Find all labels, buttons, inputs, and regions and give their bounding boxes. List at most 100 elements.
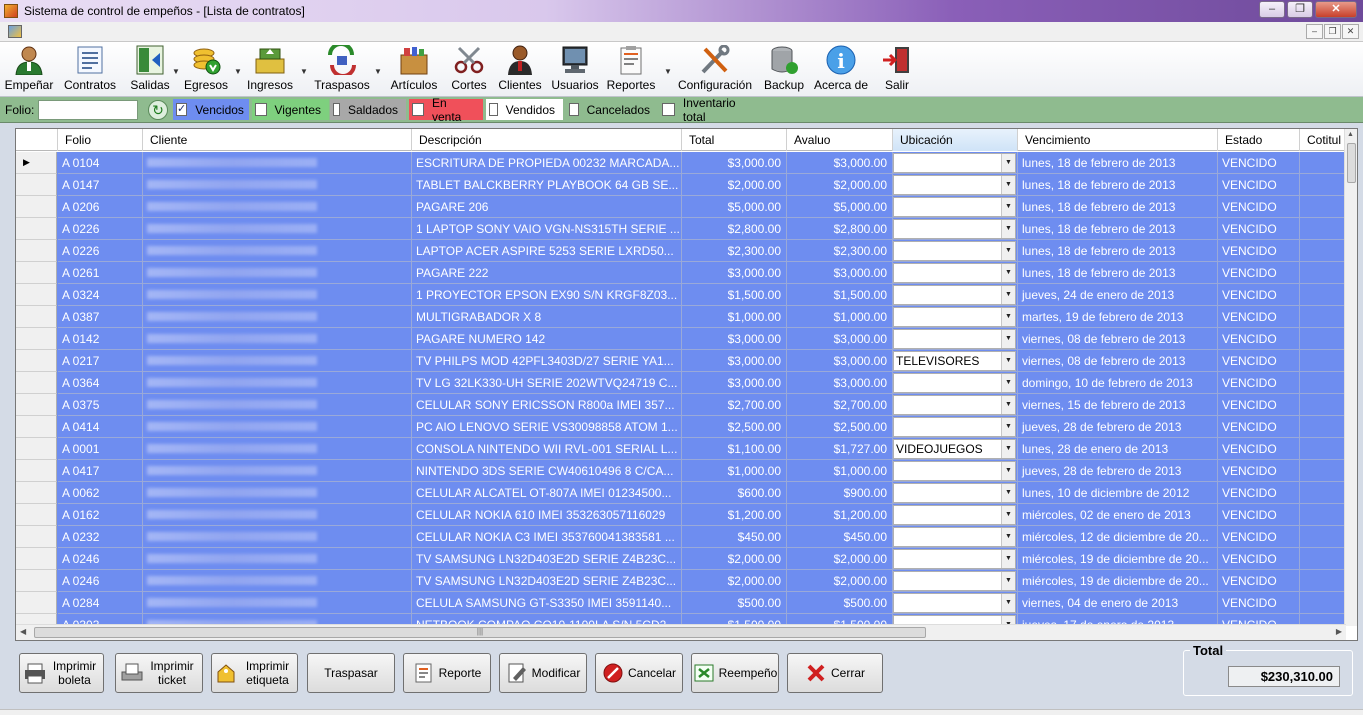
cell-ubicacion[interactable]: ▼ [893, 196, 1018, 218]
cell-total[interactable]: $3,000.00 [682, 262, 787, 284]
minimize-button[interactable]: – [1259, 1, 1285, 18]
chevron-down-icon[interactable]: ▼ [1001, 572, 1015, 590]
table-row[interactable]: A 0001 CONSOLA NINTENDO WII RVL-001 SERIA… [16, 438, 1346, 460]
chevron-down-icon[interactable]: ▼ [1001, 594, 1015, 612]
configuracion-button[interactable]: Configuración [676, 44, 754, 95]
row-header[interactable] [16, 526, 57, 548]
cell-ubicacion[interactable]: ▼ [893, 174, 1018, 196]
cell-total[interactable]: $600.00 [682, 482, 787, 504]
row-header[interactable] [16, 174, 57, 196]
cell-total[interactable]: $450.00 [682, 526, 787, 548]
row-header[interactable]: ▶ [16, 152, 57, 174]
chevron-down-icon[interactable]: ▼ [1001, 374, 1015, 392]
cell-cotitular[interactable] [1300, 526, 1346, 548]
ubicacion-select[interactable]: ▼ [893, 571, 1016, 591]
inventario-checkbox[interactable]: Inventario total [659, 96, 769, 124]
cell-folio[interactable]: A 0147 [58, 174, 143, 196]
cell-ubicacion[interactable]: ▼ [893, 394, 1018, 416]
cell-avaluo[interactable]: $2,000.00 [787, 174, 893, 196]
imprimir-boleta-button[interactable]: Imprimir boleta [19, 653, 104, 693]
cell-vencimiento[interactable]: lunes, 28 de enero de 2013 [1018, 438, 1218, 460]
cell-ubicacion[interactable]: ▼ [893, 218, 1018, 240]
cell-total[interactable]: $2,000.00 [682, 548, 787, 570]
row-header[interactable] [16, 482, 57, 504]
salidas-dropdown-icon[interactable]: ▼ [172, 67, 180, 76]
ubicacion-select[interactable]: ▼ [893, 153, 1016, 173]
cell-descripcion[interactable]: LAPTOP ACER ASPIRE 5253 SERIE LXRD50... [412, 240, 682, 262]
cell-estado[interactable]: VENCIDO [1218, 482, 1300, 504]
refresh-icon[interactable]: ↻ [148, 100, 168, 120]
chevron-down-icon[interactable]: ▼ [1001, 506, 1015, 524]
cancelados-checkbox[interactable]: Cancelados [566, 99, 658, 120]
cell-total[interactable]: $1,100.00 [682, 438, 787, 460]
row-header[interactable] [16, 218, 57, 240]
cell-descripcion[interactable]: 1 LAPTOP SONY VAIO VGN-NS315TH SERIE ... [412, 218, 682, 240]
cell-total[interactable]: $3,000.00 [682, 350, 787, 372]
contracts-grid[interactable]: Folio Cliente Descripción Total Avaluo U… [15, 128, 1358, 641]
salir-button[interactable]: Salir [880, 45, 914, 95]
cell-ubicacion[interactable]: ▼ [893, 152, 1018, 174]
chevron-down-icon[interactable]: ▼ [1001, 352, 1015, 370]
cell-ubicacion[interactable]: ▼ [893, 372, 1018, 394]
cell-vencimiento[interactable]: viernes, 08 de febrero de 2013 [1018, 350, 1218, 372]
chevron-down-icon[interactable]: ▼ [1001, 242, 1015, 260]
cell-estado[interactable]: VENCIDO [1218, 196, 1300, 218]
cell-folio[interactable]: A 0226 [58, 240, 143, 262]
cell-ubicacion[interactable]: ▼ [893, 328, 1018, 350]
acerca-button[interactable]: i Acerca de [813, 45, 869, 95]
cell-estado[interactable]: VENCIDO [1218, 394, 1300, 416]
ubicacion-select[interactable]: ▼ [893, 219, 1016, 239]
cell-cotitular[interactable] [1300, 350, 1346, 372]
cell-folio[interactable]: A 0217 [58, 350, 143, 372]
cell-avaluo[interactable]: $1,000.00 [787, 460, 893, 482]
close-window-button[interactable]: ✕ [1315, 1, 1357, 18]
chevron-down-icon[interactable]: ▼ [1001, 154, 1015, 172]
table-row[interactable]: A 0417 NINTENDO 3DS SERIE CW40610496 8 C/… [16, 460, 1346, 482]
cell-total[interactable]: $2,300.00 [682, 240, 787, 262]
cell-estado[interactable]: VENCIDO [1218, 504, 1300, 526]
cell-avaluo[interactable]: $500.00 [787, 592, 893, 614]
cell-vencimiento[interactable]: jueves, 24 de enero de 2013 [1018, 284, 1218, 306]
cell-total[interactable]: $1,200.00 [682, 504, 787, 526]
chevron-down-icon[interactable]: ▼ [1001, 220, 1015, 238]
backup-button[interactable]: Backup [762, 45, 806, 95]
cell-cotitular[interactable] [1300, 482, 1346, 504]
reporte-button[interactable]: Reporte [403, 653, 491, 693]
cell-avaluo[interactable]: $1,200.00 [787, 504, 893, 526]
table-row[interactable]: A 0387 MULTIGRABADOR X 8 $1,000.00 $1,000.0… [16, 306, 1346, 328]
reempeno-button[interactable]: Reempeño [691, 653, 779, 693]
ingresos-dropdown-icon[interactable]: ▼ [300, 67, 308, 76]
cell-avaluo[interactable]: $3,000.00 [787, 152, 893, 174]
cell-vencimiento[interactable]: viernes, 04 de enero de 2013 [1018, 592, 1218, 614]
cell-vencimiento[interactable]: lunes, 18 de febrero de 2013 [1018, 218, 1218, 240]
cell-cotitular[interactable] [1300, 460, 1346, 482]
cell-ubicacion[interactable]: ▼ [893, 240, 1018, 262]
mdi-restore-button[interactable]: ❐ [1324, 24, 1341, 39]
cell-avaluo[interactable]: $900.00 [787, 482, 893, 504]
cell-cliente[interactable] [143, 240, 412, 262]
chevron-down-icon[interactable]: ▼ [1001, 264, 1015, 282]
cell-cotitular[interactable] [1300, 372, 1346, 394]
cell-avaluo[interactable]: $3,000.00 [787, 372, 893, 394]
cell-folio[interactable]: A 0162 [58, 504, 143, 526]
cell-folio[interactable]: A 0364 [58, 372, 143, 394]
ubicacion-select[interactable]: ▼ [893, 373, 1016, 393]
ubicacion-select[interactable]: VIDEOJUEGOS ▼ [893, 439, 1016, 459]
ubicacion-select[interactable]: ▼ [893, 505, 1016, 525]
cell-descripcion[interactable]: CELULAR SONY ERICSSON R800a IMEI 357... [412, 394, 682, 416]
cell-avaluo[interactable]: $2,800.00 [787, 218, 893, 240]
cell-cliente[interactable] [143, 460, 412, 482]
ingresos-button[interactable]: Ingresos ▼ [246, 45, 308, 95]
cell-folio[interactable]: A 0261 [58, 262, 143, 284]
cell-cotitular[interactable] [1300, 504, 1346, 526]
empenar-button[interactable]: Empeñar [4, 45, 54, 95]
cell-total[interactable]: $5,000.00 [682, 196, 787, 218]
row-header[interactable] [16, 460, 57, 482]
cell-avaluo[interactable]: $2,300.00 [787, 240, 893, 262]
cell-vencimiento[interactable]: miércoles, 19 de diciembre de 20... [1018, 570, 1218, 592]
ubicacion-select[interactable]: ▼ [893, 593, 1016, 613]
cell-folio[interactable]: A 0387 [58, 306, 143, 328]
table-row[interactable]: A 0226 1 LAPTOP SONY VAIO VGN-NS315TH SER… [16, 218, 1346, 240]
chevron-down-icon[interactable]: ▼ [1001, 330, 1015, 348]
cell-vencimiento[interactable]: viernes, 15 de febrero de 2013 [1018, 394, 1218, 416]
